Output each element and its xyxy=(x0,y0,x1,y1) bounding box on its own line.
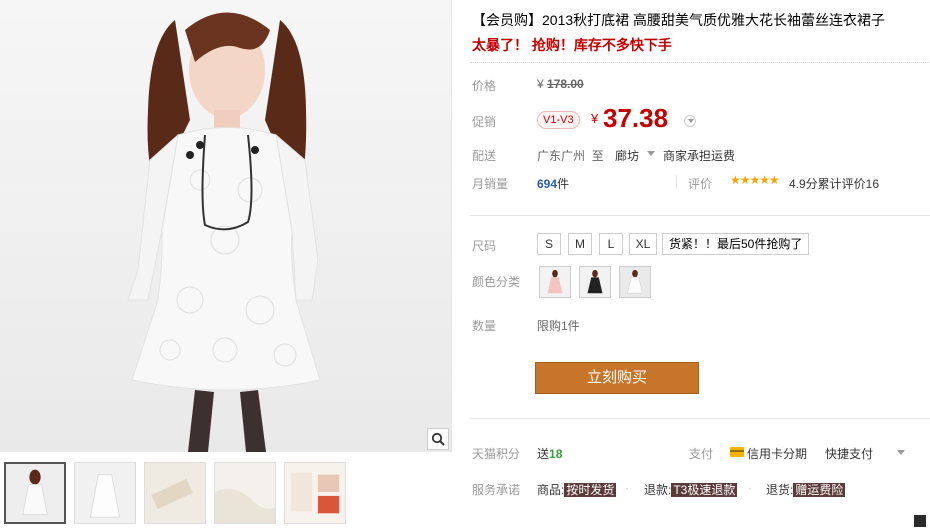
monthly-sales-label: 月销量 xyxy=(472,177,509,191)
price-section: 价格 ¥ 178.00 促销 V1-V3 ¥ 37.38 配送 广东广州 至 廊… xyxy=(470,62,930,216)
shipping-fee: 商家承担运费 xyxy=(663,149,736,163)
promo-text: 太暴了！ 抢购！库存不多快下手 xyxy=(472,37,672,53)
payment-label: 支付 xyxy=(689,447,714,461)
caret-down-icon[interactable] xyxy=(647,151,655,160)
current-price: 37.38 xyxy=(603,103,669,133)
member-level-tag: V1-V3 xyxy=(537,111,580,129)
ship-to-select[interactable]: 廊坊 xyxy=(615,147,639,164)
main-product-photo[interactable] xyxy=(0,0,452,452)
credit-card-installment-link[interactable]: 信用卡分期 xyxy=(747,445,807,462)
monthly-sales: 694件 xyxy=(537,177,570,191)
thumbnail-2[interactable] xyxy=(74,462,136,524)
currency-symbol: ¥ xyxy=(591,111,599,126)
color-swatch-pink[interactable] xyxy=(539,266,571,298)
corner-icon xyxy=(914,515,926,527)
separator-dot: · xyxy=(625,481,629,495)
divider xyxy=(676,175,677,189)
credit-card-icon xyxy=(730,447,744,457)
thumbnail-5[interactable] xyxy=(284,462,346,524)
chevron-down-icon[interactable] xyxy=(684,115,696,127)
shipping-label: 配送 xyxy=(472,149,497,163)
size-label: 尺码 xyxy=(472,239,497,253)
rating-stars-icon: ★★★★★ xyxy=(730,173,780,187)
separator-dot: · xyxy=(748,481,752,495)
thumbnail-4[interactable] xyxy=(214,462,276,524)
services-section: 天猫积分 送18 支付 信用卡分期 快捷支付 服务承诺 商品: 按时发货 · 退款… xyxy=(470,418,930,531)
size-option-s[interactable]: S xyxy=(537,233,561,255)
sku-section: 尺码 S M L XL 货紧！！最后50件抢购了 颜色分类 数量 限购1件 立刻… xyxy=(470,216,930,410)
size-option-l[interactable]: L xyxy=(599,233,623,255)
color-swatch-black[interactable] xyxy=(579,266,611,298)
thumbnail-strip xyxy=(4,462,346,524)
buy-now-button[interactable]: 立刻购买 xyxy=(535,362,699,394)
product-info-panel: 【会员购】2013秋打底裙 高腰甜美气质优雅大花长袖蕾丝连衣裙子 太暴了！ 抢购… xyxy=(470,0,930,531)
quantity-label: 数量 xyxy=(472,319,497,333)
service-refund[interactable]: 退款: T3极速退款 xyxy=(644,481,738,498)
ship-from: 广东广州 至 xyxy=(537,149,604,163)
stock-warning: 货紧！！最后50件抢购了 xyxy=(662,233,810,255)
express-pay-link[interactable]: 快捷支付 xyxy=(825,445,873,462)
thumbnail-3[interactable] xyxy=(144,462,206,524)
quantity-limit: 限购1件 xyxy=(537,319,580,333)
size-option-m[interactable]: M xyxy=(568,233,592,255)
color-swatch-white[interactable] xyxy=(619,266,651,298)
size-option-xl[interactable]: XL xyxy=(629,233,657,255)
thumbnail-1[interactable] xyxy=(4,462,66,524)
points-value: 送18 xyxy=(537,447,563,461)
rating-summary[interactable]: 4.9分累计评价16 xyxy=(789,175,879,192)
points-label: 天猫积分 xyxy=(472,447,521,461)
magnifier-icon xyxy=(431,432,445,446)
product-title: 【会员购】2013秋打底裙 高腰甜美气质优雅大花长袖蕾丝连衣裙子 xyxy=(472,12,886,28)
promo-price-label: 促销 xyxy=(472,115,497,129)
caret-down-icon[interactable] xyxy=(897,450,905,459)
service-promise-label: 服务承诺 xyxy=(472,483,521,497)
service-return[interactable]: 退货: 赠运费险 xyxy=(766,481,846,498)
rating-label: 评价 xyxy=(688,177,713,191)
model-figure-image xyxy=(127,12,321,452)
color-label: 颜色分类 xyxy=(472,275,521,289)
service-goods[interactable]: 商品: 按时发货 xyxy=(537,481,617,498)
original-price: ¥ 178.00 xyxy=(537,77,584,91)
zoom-button[interactable] xyxy=(427,428,449,450)
price-label: 价格 xyxy=(472,79,497,93)
product-gallery xyxy=(0,0,452,531)
